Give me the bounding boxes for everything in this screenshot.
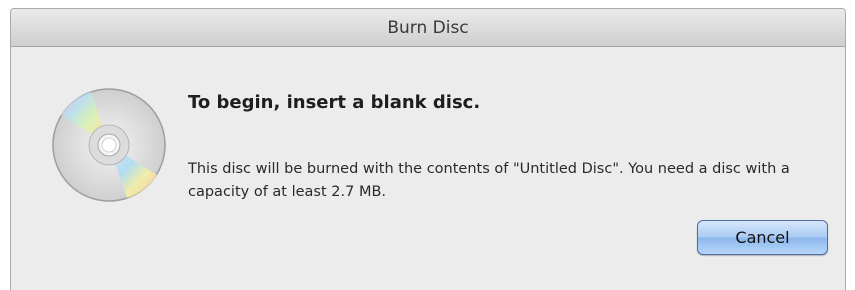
window-title: Burn Disc [387,18,469,38]
title-bar[interactable]: Burn Disc [11,9,845,47]
dialog-message: This disc will be burned with the conten… [188,161,790,200]
burn-disc-dialog: Burn Disc To begin, insert a blank disc.… [10,8,846,290]
dialog-heading: To begin, insert a blank disc. [188,92,481,113]
cd-disc-icon [52,88,166,202]
cancel-button[interactable]: Cancel [697,220,828,255]
